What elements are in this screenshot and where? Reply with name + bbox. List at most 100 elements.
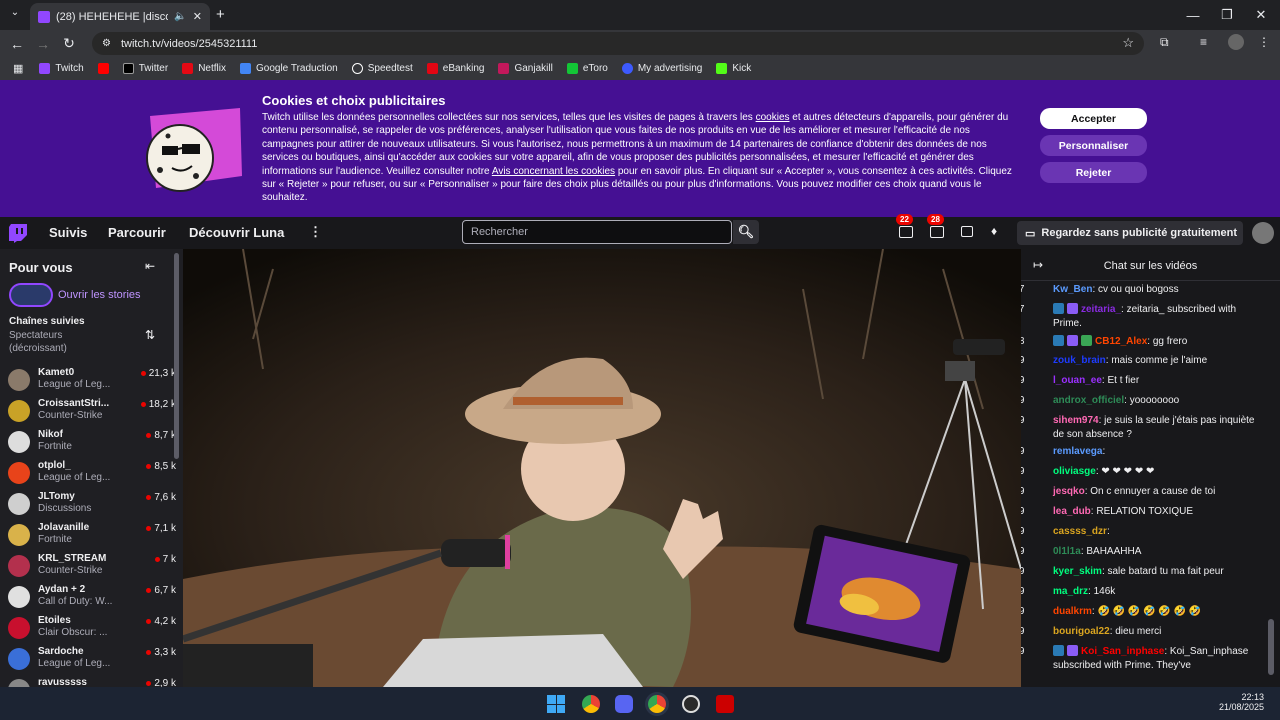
- chat-timestamp: 5:29: [1021, 395, 1025, 406]
- chat-badge-icon: [1067, 335, 1078, 346]
- stories-avatars[interactable]: [9, 283, 53, 307]
- chat-username[interactable]: CB12_Alex: [1095, 336, 1147, 347]
- chat-username[interactable]: 0l1l1a: [1053, 546, 1081, 557]
- chat-username[interactable]: jesqko: [1053, 486, 1085, 497]
- chat-text: : BAHAAHHA: [1080, 546, 1142, 557]
- chat-username[interactable]: bourigoal22: [1053, 626, 1110, 637]
- channel-item[interactable]: Etoiles Clair Obscur: ... 4,2 k: [8, 613, 176, 641]
- cookies-link[interactable]: cookies: [756, 112, 790, 123]
- bookmark-star-icon[interactable]: ☆: [1122, 35, 1134, 51]
- sidebar-scrollbar[interactable]: [174, 253, 179, 459]
- chat-username[interactable]: kyer_skim: [1053, 566, 1102, 577]
- search-input[interactable]: Rechercher: [462, 220, 732, 244]
- open-stories-link[interactable]: Ouvrir les stories: [58, 289, 141, 301]
- bookmark-kick[interactable]: Kick: [716, 63, 751, 74]
- browser-tab[interactable]: (28) HEHEHEHE |discord l 🔈 ✕: [30, 3, 210, 30]
- bookmark-twitch[interactable]: Twitch: [39, 63, 84, 74]
- channel-name: Sardoche: [38, 646, 84, 657]
- clock[interactable]: 22:13 21/08/2025: [1212, 692, 1264, 712]
- whispers-icon[interactable]: [961, 226, 973, 237]
- nav-luna[interactable]: Découvrir Luna: [189, 225, 284, 240]
- channel-item[interactable]: JLTomy Discussions 7,6 k: [8, 489, 176, 517]
- collapse-sidebar-icon[interactable]: ⇤: [145, 259, 155, 273]
- url-input[interactable]: ⚙ twitch.tv/videos/2545321111 ☆: [92, 32, 1144, 55]
- chat-message: 5:27 Kw_Ben: cv ou quoi bogoss: [1021, 283, 1267, 297]
- tab-search-icon[interactable]: ⌄: [6, 7, 24, 23]
- followed-channels-heading: Chaînes suivies: [9, 316, 85, 327]
- bookmark-twitter[interactable]: Twitter: [122, 63, 168, 74]
- chat-username[interactable]: zouk_brain: [1053, 355, 1106, 366]
- chat-username[interactable]: androx_officiel: [1053, 395, 1124, 406]
- extensions-icon[interactable]: ⧉: [1160, 35, 1169, 50]
- windows-start-icon[interactable]: [547, 695, 565, 713]
- chat-username[interactable]: cassss_dzr: [1053, 526, 1107, 537]
- nav-browse[interactable]: Parcourir: [108, 225, 166, 240]
- back-icon[interactable]: ←: [4, 31, 30, 57]
- channel-item[interactable]: Aydan + 2 Call of Duty: W... 6,7 k: [8, 582, 176, 610]
- app-icon[interactable]: [682, 695, 700, 713]
- bookmark-ganjakill[interactable]: Ganjakill: [498, 63, 553, 74]
- accept-button[interactable]: Accepter: [1040, 108, 1147, 129]
- user-avatar[interactable]: [1252, 222, 1274, 244]
- chat-username[interactable]: remlavega: [1053, 446, 1102, 457]
- cookie-notice-link[interactable]: Avis concernant les cookies: [492, 166, 615, 177]
- sort-icon[interactable]: ⇅: [145, 328, 155, 342]
- forward-icon[interactable]: →: [30, 31, 56, 57]
- apps-grid-icon[interactable]: ▦: [13, 62, 23, 75]
- netflix-icon: [182, 63, 194, 74]
- chat-username[interactable]: oliviasge: [1053, 466, 1096, 477]
- bookmark-netflix[interactable]: Netflix: [182, 63, 226, 74]
- chrome-icon[interactable]: [582, 695, 600, 713]
- bookmark-youtube[interactable]: [97, 63, 109, 74]
- chat-username[interactable]: Kw_Ben: [1053, 284, 1092, 295]
- notifications-icon[interactable]: 28: [927, 214, 944, 238]
- customize-button[interactable]: Personnaliser: [1040, 135, 1147, 156]
- nav-following[interactable]: Suivis: [49, 225, 87, 240]
- channel-item[interactable]: Sardoche League of Leg... 3,3 k: [8, 644, 176, 672]
- profile-avatar[interactable]: [1228, 34, 1244, 50]
- menu-dots-icon[interactable]: ⋮: [1258, 35, 1270, 49]
- channel-item[interactable]: CroissantStri... Counter-Strike 18,2 k: [8, 396, 176, 424]
- twitch-logo-icon[interactable]: [9, 224, 27, 243]
- chat-username[interactable]: lea_dub: [1053, 506, 1091, 517]
- chat-username[interactable]: ma_drz: [1053, 586, 1088, 597]
- discord-icon[interactable]: [615, 695, 633, 713]
- chat-username[interactable]: zeitaria_: [1081, 304, 1121, 315]
- video-player[interactable]: [183, 249, 1021, 687]
- close-window-icon[interactable]: ✕: [1244, 0, 1278, 30]
- channel-item[interactable]: otplol_ League of Leg... 8,5 k: [8, 458, 176, 486]
- channel-item[interactable]: ravusssss 2,9 k: [8, 675, 176, 687]
- chat-scrollbar[interactable]: [1268, 619, 1274, 675]
- chat-username[interactable]: l_ouan_ee: [1053, 375, 1102, 386]
- search-button[interactable]: 🔍︎: [733, 220, 759, 244]
- crown-icon[interactable]: ♦: [991, 224, 997, 238]
- bookmark-my-advertising[interactable]: My advertising: [621, 63, 702, 74]
- reject-button[interactable]: Rejeter: [1040, 162, 1147, 183]
- no-ads-button[interactable]: ▭ Regardez sans publicité gratuitement: [1017, 221, 1243, 245]
- inbox-icon[interactable]: 22: [896, 214, 913, 238]
- reload-icon[interactable]: ↻: [56, 31, 82, 57]
- bookmark-google-translate[interactable]: Google Traduction: [240, 63, 338, 74]
- bookmark-etoro[interactable]: eToro: [566, 63, 608, 74]
- chat-username[interactable]: Koi_San_inphase: [1081, 646, 1164, 657]
- minimize-icon[interactable]: —: [1176, 0, 1210, 30]
- channel-game: Call of Duty: W...: [38, 596, 113, 607]
- channel-item[interactable]: Nikof Fortnite 8,7 k: [8, 427, 176, 455]
- channel-item[interactable]: Kamet0 League of Leg... 21,3 k: [8, 365, 176, 393]
- channel-item[interactable]: Jolavanille Fortnite 7,1 k: [8, 520, 176, 548]
- chrome-active-icon[interactable]: [648, 695, 666, 713]
- tab-close-icon[interactable]: ✕: [193, 10, 202, 23]
- new-tab-button[interactable]: +: [216, 6, 225, 23]
- voice-app-icon[interactable]: [716, 695, 734, 713]
- chat-username[interactable]: sihem974: [1053, 415, 1099, 426]
- site-info-icon[interactable]: ⚙: [102, 38, 111, 49]
- more-dots-icon[interactable]: ⋮: [309, 224, 322, 240]
- chat-username[interactable]: dualkrm: [1053, 606, 1092, 617]
- bookmark-ebanking[interactable]: eBanking: [426, 63, 484, 74]
- channel-name: Kamet0: [38, 367, 75, 378]
- media-icon[interactable]: ≡: [1200, 35, 1207, 49]
- channel-item[interactable]: KRL_STREAM Counter-Strike 7 k: [8, 551, 176, 579]
- tab-audio-icon[interactable]: 🔈: [174, 11, 186, 22]
- maximize-icon[interactable]: ❐: [1210, 0, 1244, 30]
- bookmark-speedtest[interactable]: Speedtest: [351, 63, 413, 74]
